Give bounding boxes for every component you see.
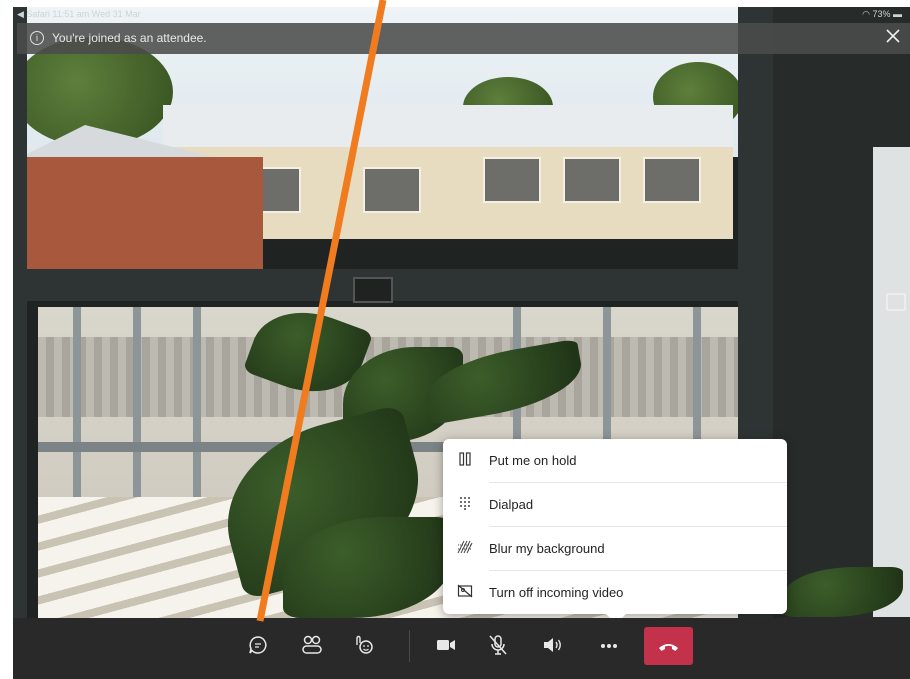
banner-message: You're joined as an attendee.	[52, 31, 207, 45]
hang-up-icon	[659, 644, 678, 651]
menu-item-dialpad[interactable]: Dialpad	[443, 483, 787, 527]
battery-indicator: ◠ 73% ▬	[862, 9, 902, 20]
speaker-button[interactable]	[534, 626, 572, 664]
railing-post	[193, 307, 201, 497]
info-icon: i	[30, 31, 44, 45]
status-bar-left: ◀ Safari 11:51 am Wed 31 Mar	[17, 9, 141, 19]
window-latch	[353, 277, 393, 303]
ios-status-bar: ◀ Safari 11:51 am Wed 31 Mar ◠ 73% ▬	[13, 7, 910, 23]
chat-button[interactable]	[239, 626, 277, 664]
call-controls-toolbar	[13, 618, 910, 679]
video-building-window	[363, 167, 421, 213]
window-frame-bar	[13, 7, 27, 618]
menu-item-label: Put me on hold	[489, 453, 577, 468]
railing-post	[73, 307, 81, 497]
camera-button[interactable]	[427, 626, 465, 664]
close-banner-button[interactable]	[886, 26, 900, 49]
menu-item-label: Dialpad	[489, 497, 534, 512]
video-building-roof	[163, 105, 733, 147]
toolbar-divider	[409, 630, 410, 662]
video-building-window	[563, 157, 621, 203]
menu-item-put-on-hold[interactable]: Put me on hold	[443, 439, 787, 483]
hang-up-button[interactable]	[644, 627, 693, 665]
camera-icon	[437, 640, 455, 650]
menu-item-blur-background[interactable]: Blur my background	[443, 527, 787, 571]
video-building-window	[483, 157, 541, 203]
mute-microphone-button[interactable]	[479, 626, 517, 664]
window-frame-bar	[13, 269, 773, 301]
video-right-window	[873, 147, 910, 617]
dialpad-icon	[457, 496, 473, 512]
mute-microphone-icon	[489, 635, 507, 655]
battery-percent: 73%	[872, 9, 891, 19]
wifi-icon: ◠	[862, 9, 870, 19]
more-options-menu: Put me on hold Dialpad Blur my backgroun…	[443, 439, 787, 614]
reactions-icon	[356, 635, 373, 654]
menu-item-label: Turn off incoming video	[489, 585, 624, 600]
close-icon	[886, 29, 900, 43]
more-options-icon	[601, 644, 617, 648]
menu-item-turn-off-incoming-video[interactable]: Turn off incoming video	[443, 571, 787, 615]
more-options-button[interactable]	[590, 626, 628, 664]
video-off-icon	[457, 584, 473, 600]
blur-background-icon	[457, 540, 473, 556]
participants-button[interactable]	[293, 626, 331, 664]
video-building-window	[643, 157, 701, 203]
menu-item-label: Blur my background	[489, 541, 605, 556]
speaker-icon	[544, 638, 561, 652]
participants-icon	[302, 635, 322, 654]
video-brick-wall	[13, 157, 263, 272]
battery-icon: ▬	[893, 9, 902, 19]
switch-camera-icon[interactable]	[886, 293, 906, 311]
railing-post	[133, 307, 141, 497]
reactions-button[interactable]	[345, 626, 383, 664]
chat-icon	[249, 636, 267, 654]
pause-icon	[457, 452, 473, 468]
attendee-notification-banner: i You're joined as an attendee.	[17, 23, 910, 54]
